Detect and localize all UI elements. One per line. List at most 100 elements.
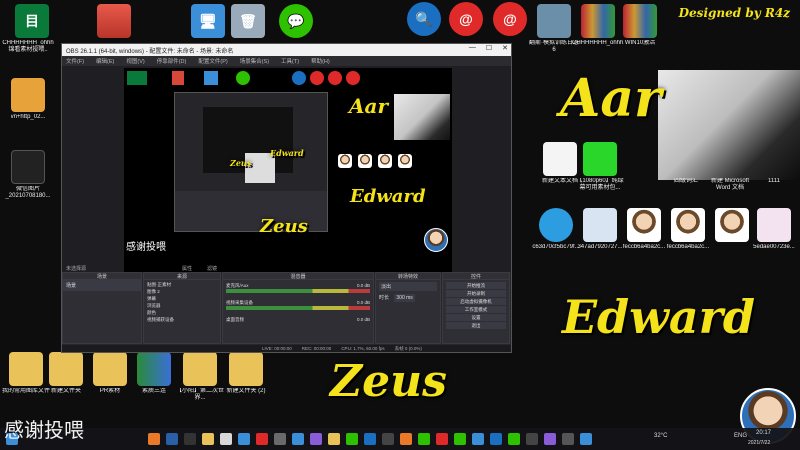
image-file-icon	[11, 150, 45, 184]
taskbar-app-icon[interactable]	[202, 433, 214, 445]
taskbar-app-icon[interactable]	[382, 433, 394, 445]
taskbar-app-icon[interactable]	[490, 433, 502, 445]
folder-icon	[93, 352, 127, 386]
desktop-icon-bottom-4[interactable]: 素质三连	[128, 352, 180, 395]
menu-edit[interactable]: 编辑(E)	[96, 57, 114, 65]
taskbar-app-icon[interactable]	[292, 433, 304, 445]
desktop-icon-folder-red[interactable]	[88, 4, 140, 40]
taskbar-app-icon[interactable]	[184, 433, 196, 445]
desktop-icon-video[interactable]: CHHHHHHH_ohhh锦看素材投喂..	[2, 22, 54, 54]
minimize-icon[interactable]: —	[469, 44, 476, 52]
menu-file[interactable]: 文件(F)	[66, 57, 84, 65]
source-item[interactable]: 贴图·正素材	[147, 281, 217, 288]
start-record-button[interactable]: 开始录制	[446, 290, 506, 297]
volume-meter[interactable]	[226, 306, 370, 310]
desktop-icon-photo[interactable]: vn+http_02...	[2, 78, 54, 121]
netease-music-icon	[346, 71, 360, 85]
preview-name-zeus: Zeus	[260, 216, 308, 237]
taskbar-app-icon[interactable]	[346, 433, 358, 445]
desktop-icon-bottom-5[interactable]: 【小阳】第二次世界...	[174, 352, 226, 402]
start-stream-button[interactable]: 开始推流	[446, 282, 506, 289]
photo-icon	[11, 78, 45, 112]
tray-time[interactable]: 20:17	[756, 430, 771, 436]
taskbar-app-icon[interactable]	[166, 433, 178, 445]
source-item[interactable]: 浏览器	[147, 302, 217, 309]
transition-select[interactable]: 淡出	[379, 282, 437, 291]
taskbar-app-icon[interactable]	[238, 433, 250, 445]
desktop-icon-1111[interactable]: 1111	[748, 178, 800, 185]
taskbar-app-icon[interactable]	[310, 433, 322, 445]
taskbar-app-icon[interactable]	[472, 433, 484, 445]
computer-icon: 🖥	[191, 4, 225, 38]
taskbar-app-icon[interactable]	[364, 433, 376, 445]
taskbar-app-icon[interactable]	[544, 433, 556, 445]
taskbar-app-icon[interactable]	[580, 433, 592, 445]
netease-music-icon: @	[493, 2, 527, 36]
watermark: Designed by R4z	[678, 6, 790, 20]
obs-title-bar[interactable]: OBS 26.1.1 (64-bit, windows) - 配置文件: 未命名…	[62, 44, 511, 56]
taskbar-app-icon[interactable]	[220, 433, 232, 445]
duration-input[interactable]: 300 ms	[394, 294, 415, 302]
studio-mode-button[interactable]: 工作室模式	[446, 306, 506, 313]
taskbar-app-icon[interactable]	[400, 433, 412, 445]
source-item[interactable]: 图像 2	[147, 288, 217, 295]
desktop-icon-label: 1111	[767, 178, 780, 184]
menu-scene-collection[interactable]: 场景集合(S)	[240, 57, 269, 65]
menu-help[interactable]: 帮助(H)	[311, 57, 330, 65]
taskbar-app-icon[interactable]	[508, 433, 520, 445]
source-item[interactable]: 颜色	[147, 309, 217, 316]
overlay-name-aar: Aar	[560, 68, 662, 129]
preview-thumb	[398, 154, 412, 168]
taskbar-app-icon[interactable]	[256, 433, 268, 445]
virtual-camera-button[interactable]: 启动虚拟摄像机	[446, 298, 506, 305]
desktop-icon-thumb-6[interactable]: 5edae00723e...	[748, 208, 800, 251]
desktop-icon-greenscreen[interactable]: 【1080p60】纯绿幕可用素材包...	[574, 142, 626, 192]
menu-docks[interactable]: 停靠部件(D)	[157, 57, 187, 65]
desktop-icon-win10[interactable]: WIN10激活	[614, 4, 666, 47]
source-item[interactable]: 视频捕获设备	[147, 316, 217, 323]
exit-button[interactable]: 退出	[446, 322, 506, 329]
desktop-icon-recycle-bin[interactable]: 🗑	[222, 4, 274, 40]
taskbar-app-icon[interactable]	[436, 433, 448, 445]
desktop-icon-label: 【1080p60】纯绿幕可用素材包...	[576, 178, 624, 191]
status-live: LIVE: 00:00:00	[262, 346, 292, 351]
desktop-icon-wechat-image[interactable]: 微信图片_20210708180...	[2, 150, 54, 200]
menu-profile[interactable]: 配置文件(P)	[198, 57, 227, 65]
obs-preview-canvas[interactable]: Aar Edward Zeus Edward Zeus 感谢投喂	[124, 68, 452, 300]
close-icon[interactable]: ✕	[502, 44, 508, 52]
folder-icon	[172, 71, 184, 85]
transitions-panel-title: 转场特效	[376, 273, 440, 280]
tray-date[interactable]: 2021/7/22	[748, 440, 770, 446]
filters-button[interactable]: 滤镜	[207, 265, 217, 272]
taskbar-app-icon[interactable]	[562, 433, 574, 445]
tray-temperature[interactable]: 32°C	[654, 433, 667, 439]
folder-icon	[183, 352, 217, 386]
menu-view[interactable]: 视图(V)	[126, 57, 144, 65]
preview-avatar	[424, 228, 448, 252]
video-file-icon	[583, 142, 617, 176]
properties-button[interactable]: 属性	[182, 265, 192, 272]
image-thumbnail-icon	[583, 208, 617, 242]
taskbar-app-icon[interactable]	[454, 433, 466, 445]
taskbar-app-icon[interactable]	[526, 433, 538, 445]
taskbar-app-icon[interactable]	[274, 433, 286, 445]
menu-tools[interactable]: 工具(T)	[281, 57, 299, 65]
mixer-panel: 混音器 麦克风/Aux 0.0 dB 视频采集设备 0.0 dB 桌面音频 0.0 d…	[222, 272, 374, 344]
desktop-icon-label: 347ad7920727...	[577, 244, 623, 250]
taskbar-app-icon[interactable]	[418, 433, 430, 445]
desktop-icon-bottom-6[interactable]: 新建文件夹 (2)	[220, 352, 272, 395]
app-logo-icon	[127, 71, 147, 85]
tray-language[interactable]: ENG	[734, 433, 747, 439]
settings-button[interactable]: 设置	[446, 314, 506, 321]
taskbar-app-icon[interactable]	[328, 433, 340, 445]
source-item[interactable]: 弹幕	[147, 295, 217, 302]
taskbar-app-icon[interactable]	[148, 433, 160, 445]
scene-item[interactable]: 场景	[63, 280, 141, 291]
desktop-icon-label: vn+http_02...	[10, 114, 46, 120]
obs-window[interactable]: OBS 26.1.1 (64-bit, windows) - 配置文件: 未命名…	[61, 43, 512, 353]
maximize-icon[interactable]: ☐	[486, 44, 492, 52]
desktop-icon-label: 微信图片_20210708180...	[5, 186, 51, 199]
image-thumbnail-icon	[539, 208, 573, 242]
volume-meter[interactable]	[226, 289, 370, 293]
desktop-icon-wechat[interactable]: 💬	[270, 4, 322, 40]
